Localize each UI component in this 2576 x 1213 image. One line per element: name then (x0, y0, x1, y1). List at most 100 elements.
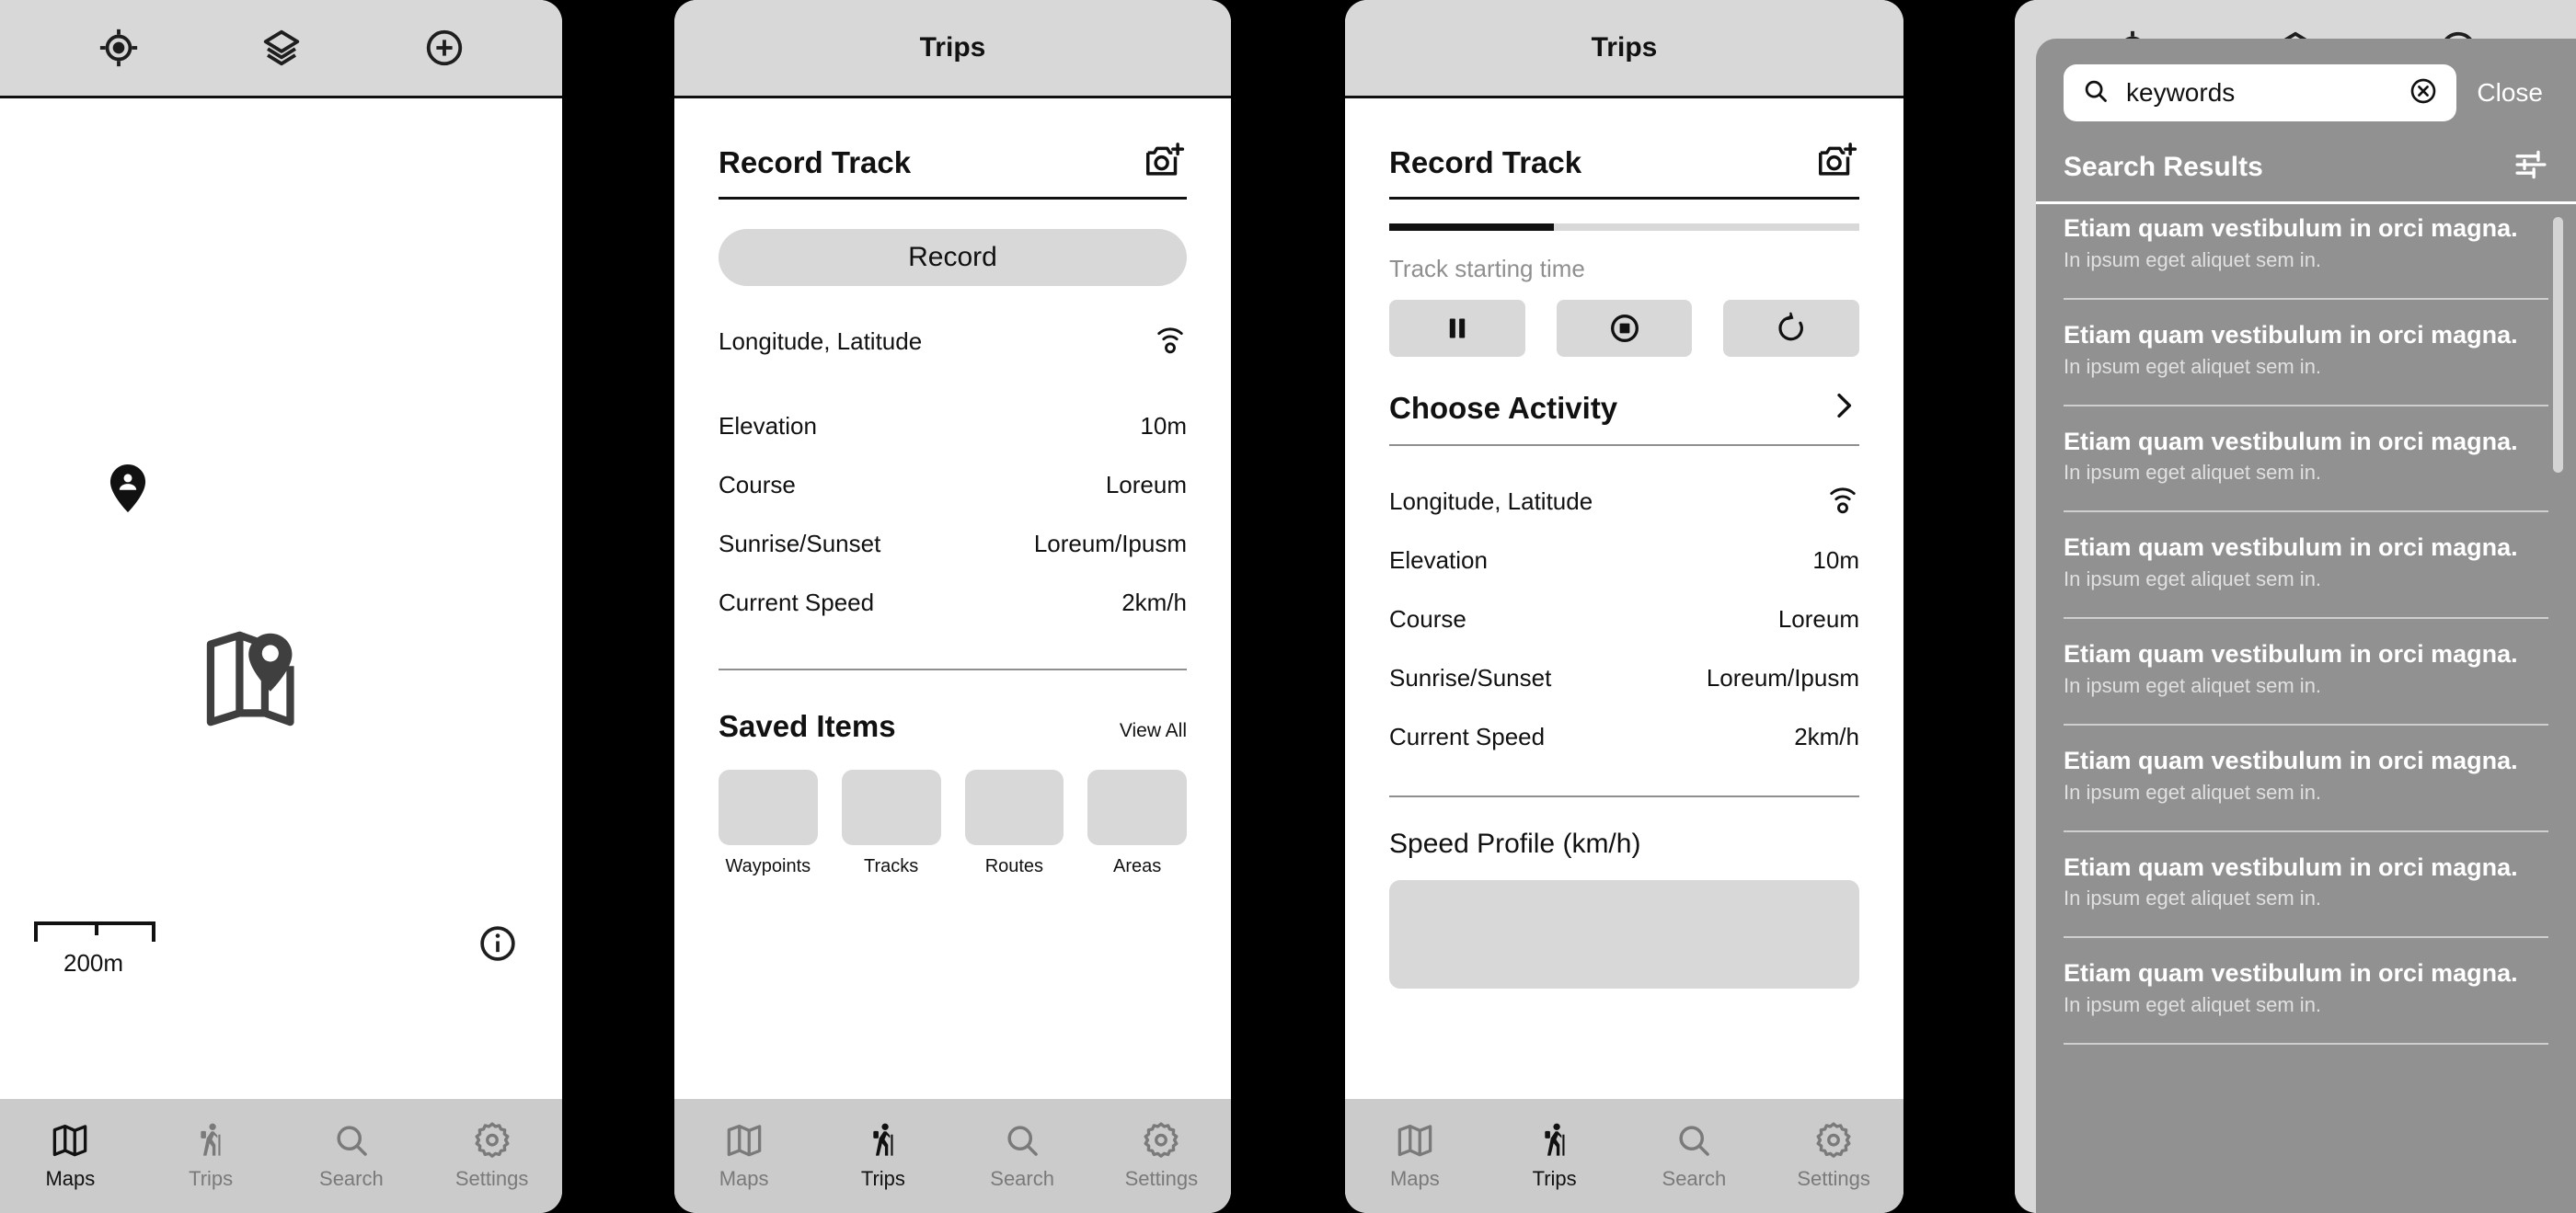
divider (719, 197, 1187, 200)
tile-thumbnail (719, 770, 818, 845)
list-item[interactable]: Etiam quam vestibulum in orci magna. In … (2036, 300, 2576, 406)
plus-circle-icon[interactable] (420, 23, 469, 73)
result-title: Etiam quam vestibulum in orci magna. (2064, 214, 2518, 242)
speed-profile-chart-placeholder (1389, 880, 1859, 989)
layers-icon[interactable] (257, 23, 306, 73)
stop-button[interactable] (1556, 300, 1693, 357)
table-row-sunrise-sunset: Sunrise/Sunset Loreum/Ipusm (719, 514, 1187, 573)
row-key: Sunrise/Sunset (719, 529, 881, 557)
tab-label: Search (1662, 1167, 1727, 1190)
sidebar-item-maps[interactable]: Maps (1345, 1121, 1485, 1191)
sidebar-item-search[interactable]: Search (282, 1121, 422, 1191)
view-all-link[interactable]: View All (1120, 720, 1187, 742)
tab-label: Maps (45, 1167, 96, 1190)
result-subtitle: In ipsum eget aliquet sem in. (2064, 887, 2322, 910)
list-item[interactable]: Etiam quam vestibulum in orci magna. In … (2036, 193, 2576, 300)
row-key: Elevation (1389, 545, 1488, 574)
search-results-list[interactable]: Etiam quam vestibulum in orci magna. In … (2036, 193, 2576, 1213)
page-title: Trips (919, 32, 986, 63)
table-row-current-speed: Current Speed 2km/h (719, 573, 1187, 632)
sidebar-item-settings[interactable]: Settings (421, 1121, 562, 1191)
list-item[interactable]: Etiam quam vestibulum in orci magna. In … (2036, 512, 2576, 619)
scrollbar-thumb[interactable] (2553, 217, 2563, 473)
list-item[interactable]: Etiam quam vestibulum in orci magna. In … (2036, 406, 2576, 513)
row-key: Longitude, Latitude (719, 326, 923, 355)
sidebar-item-maps[interactable]: Maps (674, 1121, 813, 1191)
map-placeholder-icon (202, 623, 320, 736)
clear-circle-icon[interactable] (2409, 76, 2438, 110)
table-row-coordinates: Longitude, Latitude (719, 312, 1187, 371)
tab-label: Settings (454, 1167, 529, 1190)
table-row-elevation: Elevation 10m (719, 396, 1187, 455)
result-title: Etiam quam vestibulum in orci magna. (2064, 640, 2518, 668)
row-value: Loreum (1777, 604, 1859, 633)
table-row-sunrise-sunset: Sunrise/Sunset Loreum/Ipusm (1389, 648, 1859, 707)
divider (1389, 197, 1859, 200)
record-button[interactable]: Record (719, 229, 1187, 286)
table-row-course: Course Loreum (719, 455, 1187, 514)
list-item[interactable]: Etiam quam vestibulum in orci magna. In … (2036, 938, 2576, 1045)
phone-screen-trips-idle: Trips Record Track Record Longitude, Lat… (674, 0, 1231, 1213)
sidebar-item-maps[interactable]: Maps (0, 1121, 141, 1191)
result-subtitle: In ipsum eget aliquet sem in. (2064, 567, 2322, 590)
camera-add-icon[interactable] (1817, 141, 1859, 184)
list-item[interactable]: Etiam quam vestibulum in orci magna. In … (2036, 832, 2576, 939)
divider (1389, 795, 1859, 797)
close-button[interactable]: Close (2477, 78, 2548, 108)
sidebar-item-trips[interactable]: Trips (813, 1121, 952, 1191)
result-subtitle: In ipsum eget aliquet sem in. (2064, 993, 2322, 1016)
info-circle-icon[interactable] (477, 923, 518, 968)
row-value: 2km/h (1794, 722, 1859, 750)
row-key: Current Speed (1389, 722, 1546, 750)
sidebar-item-search[interactable]: Search (1625, 1121, 1765, 1191)
list-item[interactable]: Areas (1087, 770, 1187, 877)
tile-caption: Waypoints (725, 856, 811, 876)
screenshot-stage: 200m Maps Trips Search Settings Trips Re… (0, 0, 2576, 1213)
user-location-pin-icon[interactable] (109, 464, 147, 517)
search-bar-row: keywords Close (2036, 39, 2576, 127)
reset-button[interactable] (1723, 300, 1860, 357)
chevron-right-icon (1828, 388, 1859, 428)
list-item[interactable]: Etiam quam vestibulum in orci magna. In … (2036, 726, 2576, 832)
pause-button[interactable] (1389, 300, 1525, 357)
search-icon (2082, 77, 2110, 109)
row-value: Loreum (1105, 470, 1187, 498)
saved-items-tiles: Waypoints Tracks Routes Areas (719, 770, 1187, 877)
sidebar-item-search[interactable]: Search (953, 1121, 1092, 1191)
record-button-label: Record (908, 242, 997, 272)
sidebar-item-trips[interactable]: Trips (141, 1121, 282, 1191)
result-title: Etiam quam vestibulum in orci magna. (2064, 427, 2518, 455)
tab-label: Trips (860, 1167, 905, 1190)
gps-signal-icon[interactable] (1826, 485, 1859, 519)
sidebar-item-trips[interactable]: Trips (1485, 1121, 1625, 1191)
list-item[interactable]: Waypoints (719, 770, 818, 877)
list-item[interactable]: Tracks (841, 770, 941, 877)
list-item[interactable]: Etiam quam vestibulum in orci magna. In … (2036, 619, 2576, 726)
list-item[interactable]: Routes (964, 770, 1064, 877)
camera-add-icon[interactable] (1144, 141, 1187, 184)
filter-sliders-icon[interactable] (2513, 147, 2548, 187)
gps-signal-icon[interactable] (1154, 325, 1187, 359)
result-title: Etiam quam vestibulum in orci magna. (2064, 853, 2518, 881)
bottom-tab-bar-trips-recording: Maps Trips Search Settings (1345, 1099, 1903, 1213)
bottom-tab-bar-trips-idle: Maps Trips Search Settings (674, 1099, 1231, 1213)
search-input[interactable]: keywords (2064, 64, 2457, 121)
tile-caption: Routes (984, 856, 1044, 876)
recording-progress-bar (1389, 223, 1859, 231)
record-track-header: Record Track (1389, 98, 1859, 197)
row-value: Loreum/Ipusm (1033, 529, 1187, 557)
sidebar-item-settings[interactable]: Settings (1092, 1121, 1231, 1191)
scale-bar-line (34, 921, 155, 942)
bottom-tab-bar-maps: Maps Trips Search Settings (0, 1099, 562, 1213)
speed-profile-title: Speed Profile (km/h) (1389, 829, 1641, 859)
locate-target-icon[interactable] (94, 23, 144, 73)
sidebar-item-settings[interactable]: Settings (1764, 1121, 1903, 1191)
choose-activity-row[interactable]: Choose Activity (1389, 388, 1859, 444)
map-canvas[interactable]: 200m (0, 98, 562, 1082)
map-toolbar (0, 0, 562, 98)
result-subtitle: In ipsum eget aliquet sem in. (2064, 780, 2322, 804)
tab-label: Search (990, 1167, 1054, 1190)
section-title: Saved Items (719, 709, 896, 743)
tab-label: Maps (719, 1167, 769, 1190)
result-subtitle: In ipsum eget aliquet sem in. (2064, 354, 2322, 378)
